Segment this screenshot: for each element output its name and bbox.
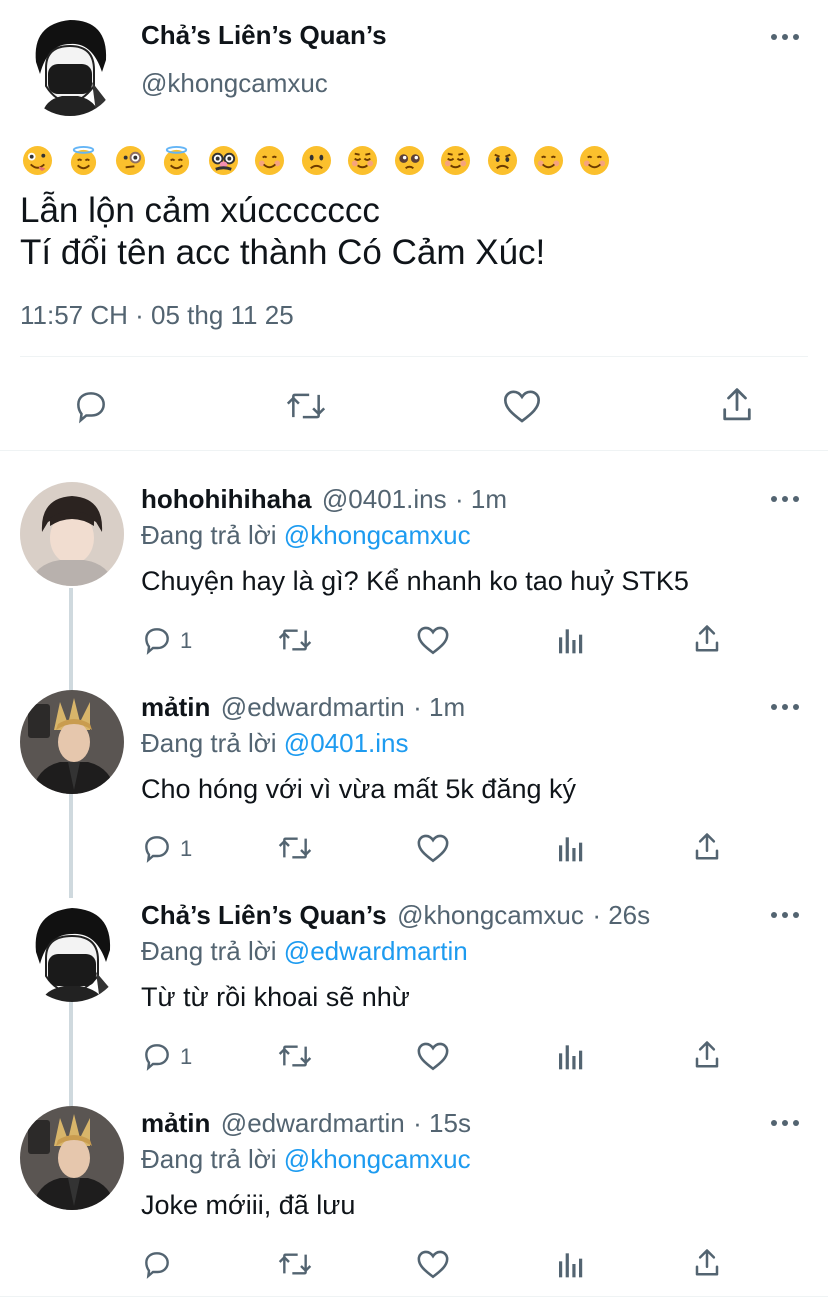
section-separator — [0, 450, 828, 451]
reply-avatar-edwardmartin[interactable] — [20, 1106, 124, 1210]
share-icon[interactable] — [692, 1246, 722, 1280]
reply-text: Từ từ rồi khoai sẽ nhừ — [141, 982, 410, 1012]
like-icon[interactable] — [416, 624, 450, 656]
reply-header: hohohihihaha @0401.ins · 1m — [141, 484, 507, 515]
share-icon[interactable] — [718, 385, 756, 425]
reply-handle[interactable]: @edwardmartin — [221, 1108, 405, 1138]
reply-time[interactable]: · 1m — [455, 484, 507, 514]
slightly-frowning-face-emoji — [301, 145, 332, 176]
reply-display-name[interactable]: mảtin — [141, 692, 210, 722]
reply-time[interactable]: · 26s — [592, 900, 650, 930]
halo-face-emoji — [68, 145, 99, 176]
replying-to-link[interactable]: @khongcamxuc — [284, 1144, 471, 1174]
share-icon[interactable] — [692, 1038, 722, 1072]
reply-header: mảtin @edwardmartin · 15s — [141, 1108, 471, 1139]
like-icon[interactable] — [416, 832, 450, 864]
pleading-face-emoji — [394, 145, 425, 176]
retweet-icon[interactable] — [276, 832, 314, 864]
halo-face-emoji — [161, 145, 192, 176]
like-icon[interactable] — [502, 387, 542, 425]
main-tweet-text: Lẫn lộn cảm xúccccccc Tí đổi tên acc thà… — [20, 190, 545, 274]
reply-header: Chả’s Liên’s Quan’s @khongcamxuc · 26s — [141, 900, 650, 931]
main-tweet-text-line1: Lẫn lộn cảm xúccccccc — [20, 191, 380, 230]
smiling-face-emoji — [579, 145, 610, 176]
reply-icon[interactable] — [141, 1248, 173, 1280]
reply-time[interactable]: · 15s — [413, 1108, 471, 1138]
retweet-icon[interactable] — [276, 1040, 314, 1072]
reply-display-name[interactable]: Chả’s Liên’s Quan’s — [141, 900, 387, 930]
replying-to: Đang trả lời @khongcamxuc — [141, 1144, 471, 1175]
analytics-icon[interactable] — [556, 832, 586, 864]
reply-text: Joke mớiii, đã lưu — [141, 1190, 356, 1220]
zany-face-emoji — [22, 145, 53, 176]
smiling-face-emoji — [533, 145, 564, 176]
reply-time[interactable]: · 1m — [413, 692, 465, 722]
reply-display-name[interactable]: mảtin — [141, 1108, 210, 1138]
replying-prefix: Đang trả lời — [141, 728, 277, 758]
reply-handle[interactable]: @edwardmartin — [221, 692, 405, 722]
more-icon[interactable] — [770, 492, 800, 506]
frowning-face-emoji — [487, 145, 518, 176]
main-avatar[interactable] — [22, 12, 118, 116]
reply-avatar-hohohihihaha[interactable] — [20, 482, 124, 586]
like-icon[interactable] — [416, 1040, 450, 1072]
disguised-face-emoji — [208, 145, 239, 176]
reply-icon[interactable] — [141, 624, 173, 656]
reply-handle[interactable]: @0401.ins — [322, 484, 447, 514]
analytics-icon[interactable] — [556, 1248, 586, 1280]
replying-to: Đang trả lời @edwardmartin — [141, 936, 468, 967]
main-display-name[interactable]: Chả’s Liên’s Quan’s — [141, 20, 387, 51]
replying-to: Đang trả lời @khongcamxuc — [141, 520, 471, 551]
reply-icon[interactable] — [141, 832, 173, 864]
main-tweet-text-line2: Tí đổi tên acc thành Có Cảm Xúc! — [20, 233, 546, 272]
replying-to-link[interactable]: @khongcamxuc — [284, 520, 471, 550]
more-icon[interactable] — [770, 1116, 800, 1130]
reply-text: Cho hóng với vì vừa mất 5k đăng ký — [141, 774, 576, 804]
share-icon[interactable] — [692, 830, 722, 864]
retweet-icon[interactable] — [284, 387, 328, 425]
reply-icon[interactable] — [141, 1040, 173, 1072]
smiling-face-emoji — [254, 145, 285, 176]
relieved-face-emoji — [347, 145, 378, 176]
reply-avatar-khongcamxuc[interactable] — [20, 898, 124, 1002]
main-timestamp[interactable]: 11:57 CH · 05 thg 11 25 — [20, 300, 294, 331]
reply-text: Chuyện hay là gì? Kể nhanh ko tao huỷ ST… — [141, 566, 689, 596]
share-icon[interactable] — [692, 622, 722, 656]
reply-count: 1 — [180, 836, 193, 861]
like-icon[interactable] — [416, 1248, 450, 1280]
replying-prefix: Đang trả lời — [141, 1144, 277, 1174]
replying-prefix: Đang trả lời — [141, 936, 277, 966]
retweet-icon[interactable] — [276, 624, 314, 656]
monocle-face-emoji — [115, 145, 146, 176]
reply-count: 1 — [180, 628, 193, 653]
relieved-face-emoji — [440, 145, 471, 176]
reply-handle[interactable]: @khongcamxuc — [397, 900, 584, 930]
reply-icon[interactable] — [72, 387, 110, 425]
bottom-divider — [0, 1296, 828, 1297]
retweet-icon[interactable] — [276, 1248, 314, 1280]
analytics-icon[interactable] — [556, 1040, 586, 1072]
replying-to: Đang trả lời @0401.ins — [141, 728, 409, 759]
reply-header: mảtin @edwardmartin · 1m — [141, 692, 465, 723]
more-icon[interactable] — [770, 700, 800, 714]
reply-count: 1 — [180, 1044, 193, 1069]
emoji-row — [22, 145, 621, 181]
analytics-icon[interactable] — [556, 624, 586, 656]
reply-display-name[interactable]: hohohihihaha — [141, 484, 311, 514]
more-icon[interactable] — [770, 30, 800, 44]
replying-prefix: Đang trả lời — [141, 520, 277, 550]
divider — [20, 356, 808, 357]
replying-to-link[interactable]: @0401.ins — [284, 728, 409, 758]
reply-avatar-edwardmartin[interactable] — [20, 690, 124, 794]
replying-to-link[interactable]: @edwardmartin — [284, 936, 468, 966]
thread-line — [69, 588, 73, 1106]
main-handle[interactable]: @khongcamxuc — [141, 68, 328, 99]
more-icon[interactable] — [770, 908, 800, 922]
